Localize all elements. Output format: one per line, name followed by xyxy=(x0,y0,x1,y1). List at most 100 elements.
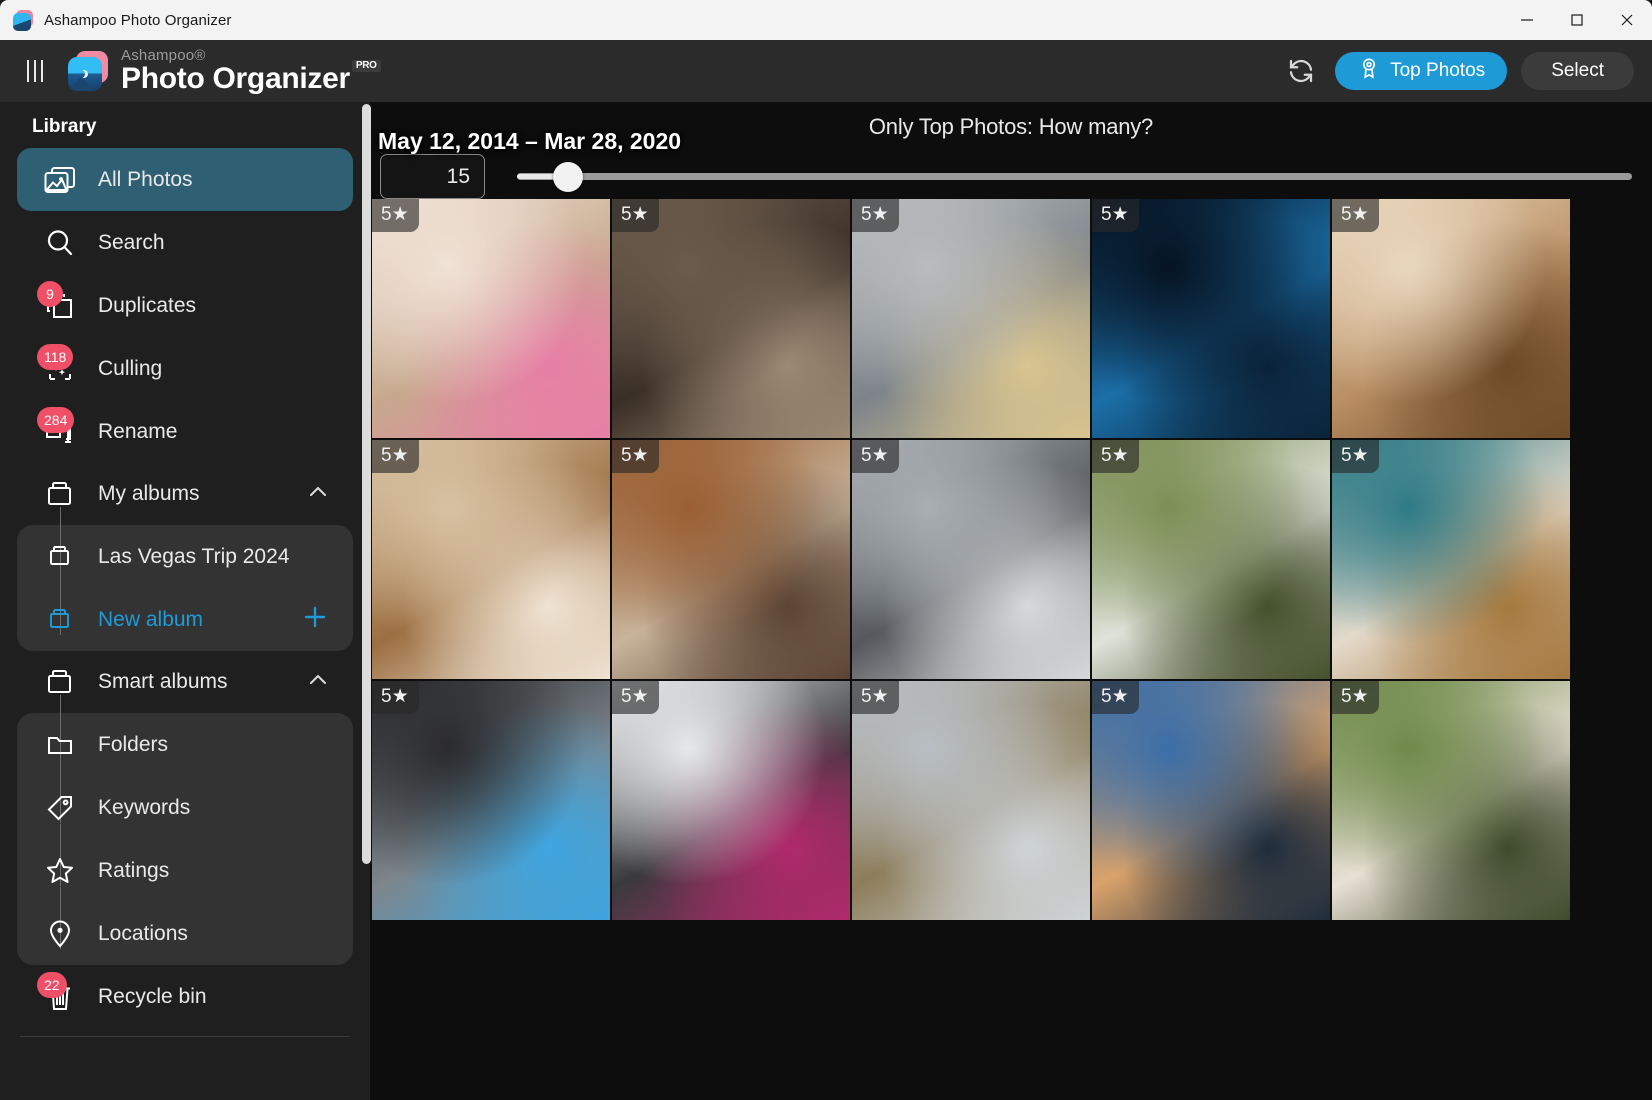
sidebar-group-label: My albums xyxy=(98,482,200,505)
refresh-icon[interactable] xyxy=(1281,51,1321,91)
sidebar-item-las-vegas-trip-2024[interactable]: Las Vegas Trip 2024 xyxy=(17,525,353,588)
chevron-up-icon[interactable] xyxy=(307,481,329,508)
photo-tile[interactable]: 5★ xyxy=(372,440,610,679)
chevron-up-icon[interactable] xyxy=(307,669,329,696)
close-button[interactable] xyxy=(1602,0,1652,40)
sidebar-item-rename[interactable]: 284 Rename xyxy=(17,400,353,463)
photo-tile[interactable]: 5★ xyxy=(1092,681,1330,920)
sidebar-section-title: Library xyxy=(32,116,97,137)
window-title: Ashampoo Photo Organizer xyxy=(44,11,232,29)
rating-badge: 5★ xyxy=(372,681,419,714)
rating-badge: 5★ xyxy=(1332,681,1379,714)
rating-badge: 5★ xyxy=(1092,199,1139,232)
window-title-bar: Ashampoo Photo Organizer xyxy=(0,0,1652,40)
hamburger-menu-icon[interactable] xyxy=(18,56,52,86)
sidebar-item-label: Rename xyxy=(98,419,178,443)
photo-tile[interactable]: 5★ xyxy=(612,440,850,679)
location-pin-icon xyxy=(40,919,80,949)
sidebar-item-culling[interactable]: 118 Culling xyxy=(17,337,353,400)
rating-badge: 5★ xyxy=(852,199,899,232)
photo-thumbnail xyxy=(1332,681,1570,920)
photo-thumbnail xyxy=(852,199,1090,438)
main-panel: Only Top Photos: How many? 15 5★ 5★ 5★ 5★ 5★… xyxy=(362,102,1652,1100)
select-label: Select xyxy=(1551,60,1604,81)
album-box-icon xyxy=(40,668,80,696)
album-box-icon xyxy=(40,544,80,569)
vertical-scrollbar[interactable] xyxy=(362,104,371,864)
photo-tile[interactable]: 5★ xyxy=(612,681,850,920)
brand-pro-badge: PRO xyxy=(351,60,381,72)
count-slider[interactable] xyxy=(517,159,1632,195)
photo-tile[interactable]: 5★ xyxy=(1332,681,1570,920)
photo-tile[interactable]: 5★ xyxy=(1092,440,1330,679)
photo-tile[interactable]: 5★ xyxy=(372,199,610,438)
app-logo-icon xyxy=(66,49,110,93)
sidebar-group-my-albums[interactable]: My albums xyxy=(17,463,353,525)
sidebar-item-recycle-bin[interactable]: 22 Recycle bin xyxy=(17,965,353,1028)
photo-tile[interactable]: 5★ xyxy=(372,681,610,920)
sidebar-subgroup-my-albums: Las Vegas Trip 2024 New album xyxy=(17,507,353,651)
album-box-icon xyxy=(40,607,80,632)
rating-badge: 5★ xyxy=(1092,440,1139,473)
photo-thumbnail xyxy=(372,681,610,920)
sidebar-item-label: All Photos xyxy=(98,167,193,191)
sidebar-subgroup-smart-albums: Folders Keywords Ratings Locations xyxy=(17,695,353,965)
photo-tile[interactable]: 5★ xyxy=(852,199,1090,438)
rating-badge: 5★ xyxy=(612,440,659,473)
photo-thumbnail xyxy=(1092,199,1330,438)
top-photos-button[interactable]: Top Photos xyxy=(1335,52,1508,90)
sidebar-item-new-album[interactable]: New album xyxy=(17,588,353,651)
photo-thumbnail xyxy=(612,681,850,920)
maximize-button[interactable] xyxy=(1552,0,1602,40)
sidebar-item-folders[interactable]: Folders xyxy=(17,713,353,776)
sidebar-item-label: Locations xyxy=(98,921,188,945)
photo-thumbnail xyxy=(1092,440,1330,679)
photo-tile[interactable]: 5★ xyxy=(612,199,850,438)
album-box-icon xyxy=(40,480,80,508)
top-photos-label: Top Photos xyxy=(1390,60,1486,81)
photo-tile[interactable]: 5★ xyxy=(852,681,1090,920)
photo-thumbnail xyxy=(612,199,850,438)
folder-icon xyxy=(40,733,80,757)
sidebar-item-all-photos[interactable]: All Photos xyxy=(17,148,353,211)
sidebar-item-locations[interactable]: Locations xyxy=(17,902,353,965)
brand-product: Photo Organizer xyxy=(121,62,350,95)
window-controls xyxy=(1502,0,1652,40)
rating-badge: 5★ xyxy=(852,681,899,714)
photo-thumbnail xyxy=(852,440,1090,679)
rating-badge: 5★ xyxy=(612,199,659,232)
photo-thumbnail xyxy=(1332,199,1570,438)
sidebar-item-duplicates[interactable]: 9 Duplicates xyxy=(17,274,353,337)
photos-stack-icon xyxy=(40,165,80,195)
photo-tile[interactable]: 5★ xyxy=(1332,440,1570,679)
tag-icon xyxy=(40,794,80,822)
slider-thumb[interactable] xyxy=(553,161,584,192)
brand-company: Ashampoo® xyxy=(121,47,206,64)
sidebar-item-keywords[interactable]: Keywords xyxy=(17,776,353,839)
sidebar-item-ratings[interactable]: Ratings xyxy=(17,839,353,902)
sidebar-divider xyxy=(20,1036,350,1037)
app-header: Ashampoo® Photo Organizer PRO Top Photos xyxy=(0,40,1652,102)
photo-thumbnail xyxy=(612,440,850,679)
sidebar-item-label: Ratings xyxy=(98,858,170,882)
sidebar-group-label: Smart albums xyxy=(98,670,228,693)
search-icon xyxy=(40,227,80,259)
sidebar: Library All Photos Search 9 Duplicates 1… xyxy=(0,102,370,1100)
plus-icon[interactable] xyxy=(301,603,329,636)
rating-badge: 5★ xyxy=(612,681,659,714)
count-input[interactable]: 15 xyxy=(380,154,485,199)
sidebar-item-search[interactable]: Search xyxy=(17,211,353,274)
photo-tile[interactable]: 5★ xyxy=(1332,199,1570,438)
sidebar-item-label: Las Vegas Trip 2024 xyxy=(98,544,290,568)
select-button[interactable]: Select xyxy=(1521,52,1634,90)
rating-badge: 5★ xyxy=(1332,440,1379,473)
minimize-button[interactable] xyxy=(1502,0,1552,40)
photo-thumbnail xyxy=(1092,681,1330,920)
sidebar-group-smart-albums[interactable]: Smart albums xyxy=(17,651,353,713)
photo-thumbnail xyxy=(852,681,1090,920)
status-badge: 118 xyxy=(37,344,74,370)
photo-tile[interactable]: 5★ xyxy=(852,440,1090,679)
rating-badge: 5★ xyxy=(372,199,419,232)
photo-tile[interactable]: 5★ xyxy=(1092,199,1330,438)
status-badge: 22 xyxy=(37,972,67,998)
